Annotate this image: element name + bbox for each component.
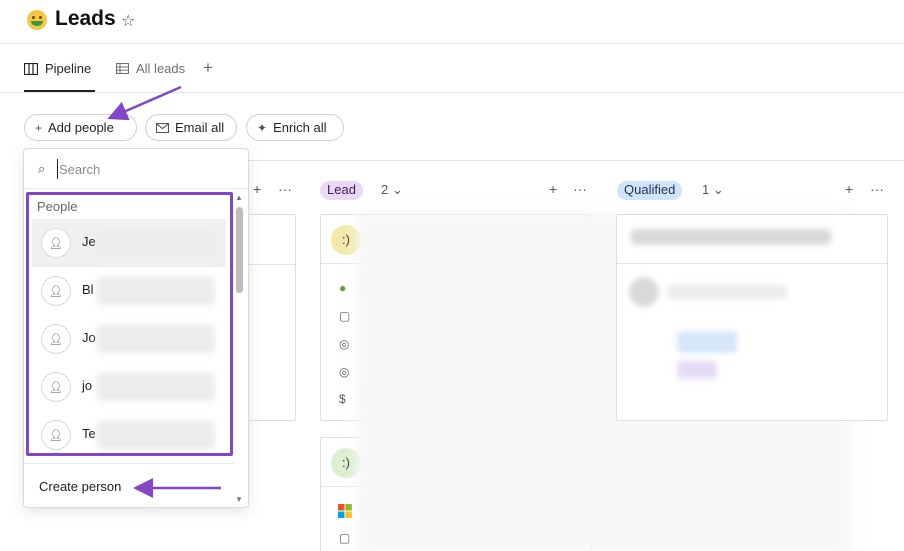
- qualified-card[interactable]: [616, 214, 888, 421]
- mail-icon: [156, 122, 169, 133]
- add-people-button[interactable]: + Add people: [24, 114, 137, 141]
- stage-count-qualified[interactable]: 1 ⌄: [702, 182, 724, 198]
- page-title: Leads: [55, 7, 116, 30]
- company-logo-icon: ●: [339, 281, 347, 295]
- enrich-all-button[interactable]: ✦ Enrich all: [246, 114, 344, 141]
- briefcase-icon: ▢: [339, 531, 351, 545]
- tab-all-leads[interactable]: All leads: [116, 61, 185, 76]
- microsoft-logo-icon: [338, 504, 352, 518]
- add-people-label: Add people: [48, 120, 114, 135]
- star-icon[interactable]: ☆: [121, 11, 135, 31]
- create-person-button[interactable]: Create person: [39, 479, 121, 494]
- annotation-highlight-box: [26, 192, 233, 456]
- more-options-icon[interactable]: ···: [278, 181, 292, 197]
- plus-icon: +: [35, 120, 43, 135]
- active-tab-indicator: [24, 90, 95, 92]
- email-all-button[interactable]: Email all: [145, 114, 237, 141]
- briefcase-icon: ▢: [339, 309, 351, 323]
- enrich-all-label: Enrich all: [273, 120, 327, 135]
- scrollbar-thumb[interactable]: [236, 207, 243, 293]
- board-icon: [24, 62, 38, 75]
- add-card-icon[interactable]: +: [845, 181, 853, 197]
- column-header-divider: [248, 160, 904, 161]
- tab-label: All leads: [136, 61, 186, 76]
- more-options-icon[interactable]: ···: [573, 181, 587, 197]
- status-icon: ◎: [339, 365, 350, 379]
- add-card-icon[interactable]: +: [549, 181, 557, 197]
- scroll-down-arrow[interactable]: ▼: [235, 495, 243, 504]
- table-icon: [116, 63, 129, 74]
- status-icon: ◎: [339, 337, 350, 351]
- search-icon: ⌕: [38, 161, 46, 176]
- stage-pill-lead: Lead: [320, 181, 363, 200]
- tab-label: Pipeline: [45, 61, 92, 76]
- stage-count-lead[interactable]: 2 ⌄: [381, 182, 403, 198]
- stage-pill-qualified: Qualified: [617, 181, 683, 200]
- add-tab-button[interactable]: +: [203, 58, 213, 78]
- magic-wand-icon: ✦: [257, 120, 268, 135]
- page-header: Leads ☆: [0, 0, 904, 44]
- search-input[interactable]: [57, 159, 227, 179]
- more-options-icon[interactable]: ···: [870, 181, 884, 197]
- scroll-up-arrow[interactable]: ▲: [235, 193, 243, 202]
- divider: [24, 463, 234, 464]
- search-bar: ⌕: [24, 149, 248, 189]
- tab-pipeline[interactable]: Pipeline: [24, 61, 91, 76]
- add-card-icon[interactable]: +: [253, 181, 261, 197]
- money-mouth-face-icon: [27, 10, 47, 30]
- dollar-icon: $: [339, 392, 346, 406]
- email-all-label: Email all: [175, 120, 225, 135]
- view-tabs: Pipeline All leads +: [0, 44, 904, 93]
